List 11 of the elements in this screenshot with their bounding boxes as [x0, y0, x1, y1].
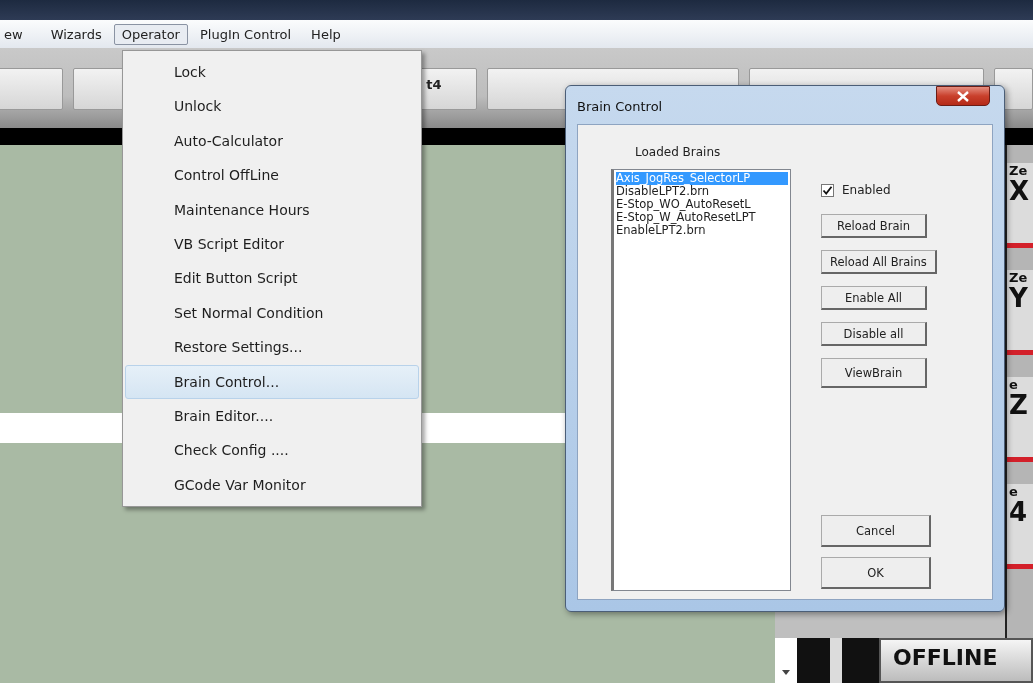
dialog-title: Brain Control — [577, 99, 663, 114]
list-label: Loaded Brains — [635, 145, 722, 159]
axis-letter: Y — [1009, 285, 1029, 311]
dro-label: e — [1009, 484, 1019, 499]
axis-letter: X — [1009, 178, 1031, 204]
dro-label: Ze — [1009, 270, 1029, 285]
axis-letter: 4 — [1009, 499, 1029, 525]
dro-label: Ze — [1009, 163, 1029, 178]
checkbox-label: Enabled — [842, 183, 891, 197]
dro-label: e — [1009, 377, 1019, 392]
axis-letter: Z — [1009, 392, 1029, 418]
